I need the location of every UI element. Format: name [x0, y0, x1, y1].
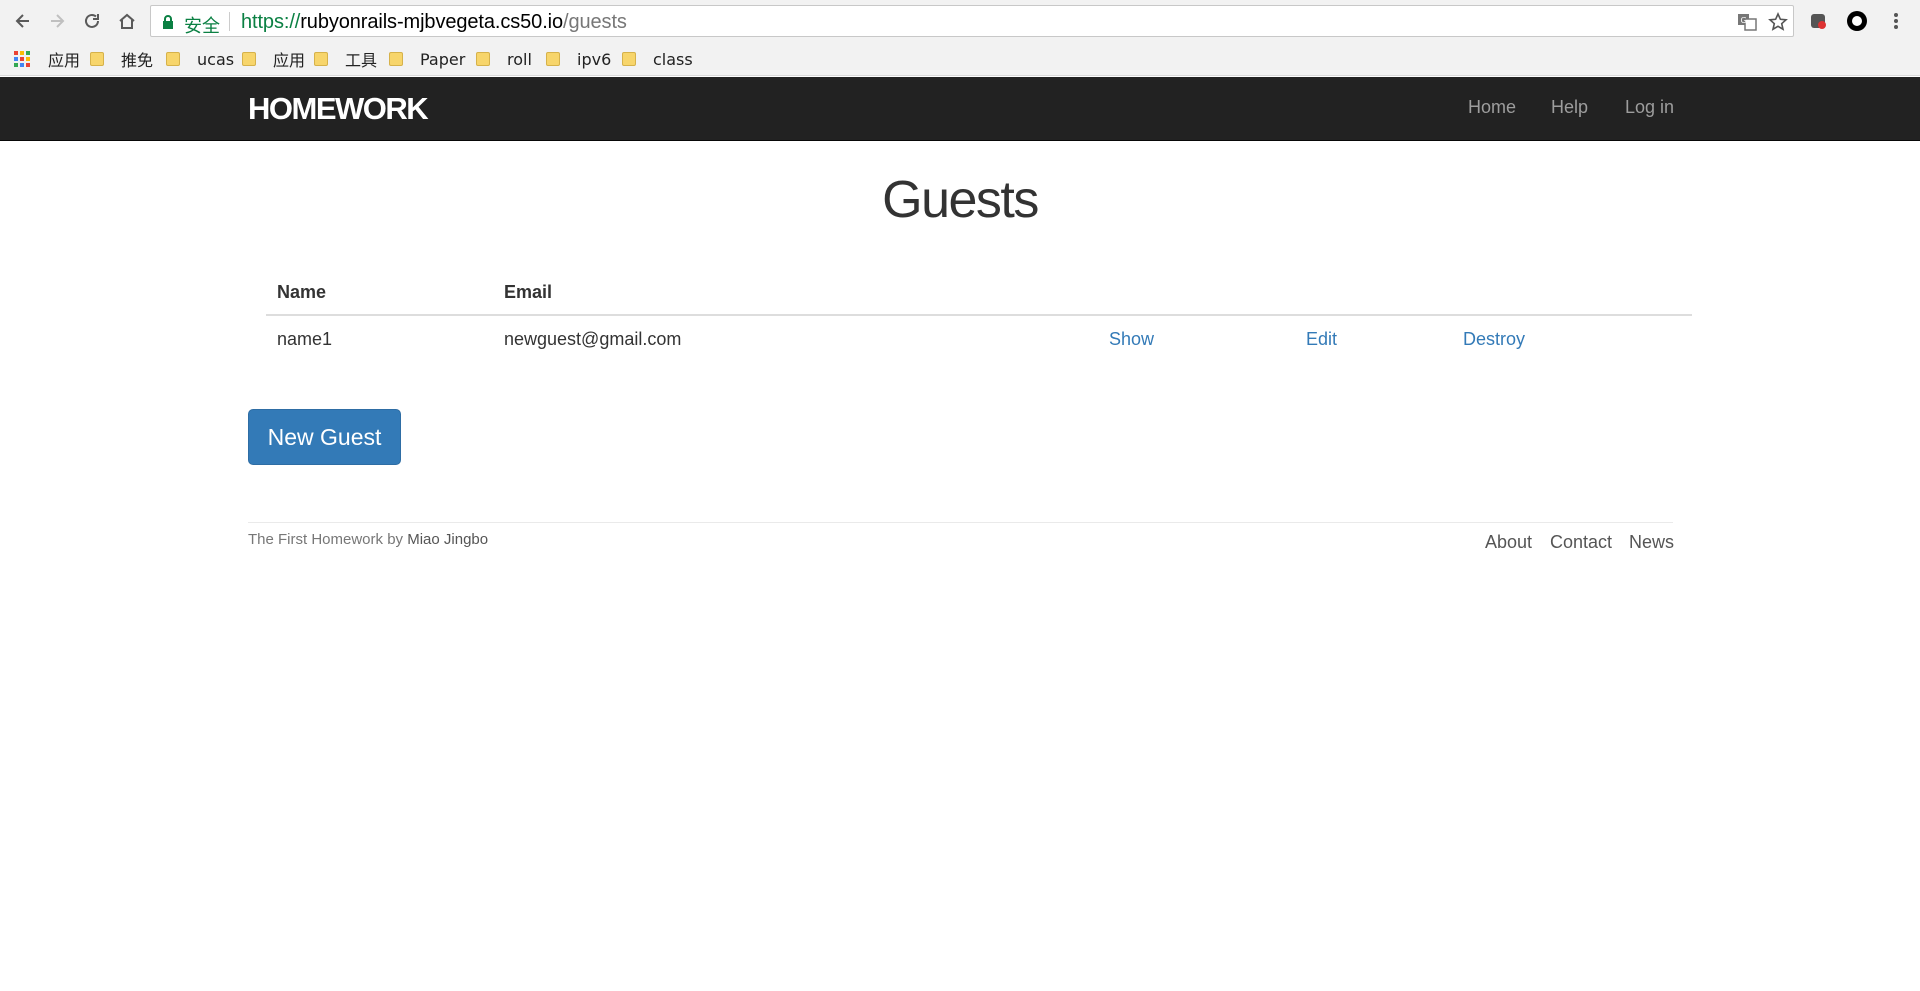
site-navbar: HOMEWORK Home Help Log in — [0, 77, 1920, 141]
destroy-link[interactable]: Destroy — [1463, 329, 1525, 349]
bookmark-label: ipv6 — [577, 49, 612, 69]
reload-icon — [85, 13, 99, 28]
guests-table: Name Email name1 newguest@gmail.com Show… — [266, 270, 1692, 362]
column-header-name: Name — [266, 270, 493, 316]
extension-evernote-icon[interactable] — [1807, 10, 1829, 32]
lock-icon — [163, 15, 173, 29]
footer: The First Homework by Miao Jingbo About … — [248, 522, 1674, 563]
bookmark-label: 应用 — [273, 51, 306, 70]
bookmark-label: Paper — [420, 49, 466, 69]
url-scheme: https:// — [241, 11, 301, 33]
column-header-email: Email — [493, 270, 1098, 316]
address-bar[interactable]: 安全 https://rubyonrails-mjbvegeta.cs50.io… — [150, 5, 1794, 37]
footer-link-about[interactable]: About — [1485, 532, 1532, 553]
footer-credit: The First Homework by Miao Jingbo — [248, 531, 488, 548]
folder-icon — [622, 52, 636, 66]
bookmark-label: class — [653, 49, 693, 69]
star-icon[interactable] — [1768, 12, 1788, 32]
folder-icon — [242, 52, 256, 66]
nav-link-help[interactable]: Help — [1551, 97, 1588, 118]
apps-icon — [14, 51, 30, 67]
bookmark-folder[interactable]: roll — [476, 48, 532, 70]
forward-button[interactable] — [44, 8, 70, 34]
omnibox-divider — [229, 12, 230, 31]
extension-circle-icon[interactable] — [1846, 10, 1868, 32]
table-header-row: Name Email — [266, 270, 1692, 316]
bookmark-folder[interactable]: class — [622, 48, 693, 70]
nav-link-home[interactable]: Home — [1468, 97, 1516, 118]
footer-link-contact[interactable]: Contact — [1550, 532, 1612, 553]
column-header-destroy — [1452, 270, 1692, 316]
bookmark-label: 应用 — [48, 51, 81, 70]
bookmark-folder[interactable]: 推免 — [90, 48, 153, 70]
page-title: Guests — [882, 171, 1039, 229]
folder-icon — [90, 52, 104, 66]
url-text[interactable]: https://rubyonrails-mjbvegeta.cs50.io/gu… — [241, 11, 627, 34]
bookmark-folder[interactable]: 工具 — [314, 48, 377, 70]
bookmark-label: 工具 — [345, 51, 378, 70]
nav-link-login[interactable]: Log in — [1625, 97, 1674, 118]
guest-name: name1 — [277, 328, 333, 349]
folder-icon — [166, 52, 180, 66]
bookmark-label: 推免 — [121, 51, 154, 70]
url-path: /guests — [563, 11, 627, 33]
footer-link-news[interactable]: News — [1629, 532, 1674, 553]
bookmark-folder[interactable]: 应用 — [242, 48, 305, 70]
guest-email: newguest@gmail.com — [504, 328, 682, 349]
secure-label: 安全 — [184, 16, 220, 37]
bookmark-label: roll — [507, 49, 532, 69]
column-header-show — [1098, 270, 1295, 316]
svg-text:G: G — [1741, 16, 1747, 25]
browser-toolbar: 安全 https://rubyonrails-mjbvegeta.cs50.io… — [0, 0, 1920, 42]
bookmark-folder[interactable]: ucas — [166, 48, 234, 70]
menu-icon[interactable] — [1885, 10, 1907, 32]
home-button[interactable] — [114, 8, 140, 34]
edit-link[interactable]: Edit — [1306, 329, 1337, 349]
back-button[interactable] — [10, 8, 36, 34]
arrow-left-icon — [15, 14, 29, 28]
footer-credit-prefix: The First Homework by — [248, 531, 404, 548]
table-row: name1 newguest@gmail.com Show Edit Destr… — [266, 315, 1692, 362]
brand-logo[interactable]: HOMEWORK — [248, 91, 429, 127]
bookmarks-bar: 应用 推免 ucas 应用 工具 Paper roll ipv6 class — [0, 42, 1920, 76]
url-host: rubyonrails-mjbvegeta.cs50.io — [300, 11, 564, 33]
show-link[interactable]: Show — [1109, 329, 1154, 349]
bookmark-label: ucas — [197, 49, 235, 69]
arrow-right-icon — [51, 14, 65, 28]
folder-icon — [314, 52, 328, 66]
folder-icon — [389, 52, 403, 66]
folder-icon — [476, 52, 490, 66]
bookmark-folder[interactable]: Paper — [389, 48, 465, 70]
new-guest-button[interactable]: New Guest — [248, 409, 401, 465]
column-header-edit — [1295, 270, 1452, 316]
footer-author-link[interactable]: Miao Jingbo — [407, 531, 488, 548]
reload-button[interactable] — [79, 8, 105, 34]
bookmark-apps[interactable]: 应用 — [14, 48, 80, 70]
bookmark-folder[interactable]: ipv6 — [546, 48, 611, 70]
translate-icon[interactable]: G — [1737, 12, 1757, 32]
folder-icon — [546, 52, 560, 66]
home-icon — [119, 13, 135, 29]
